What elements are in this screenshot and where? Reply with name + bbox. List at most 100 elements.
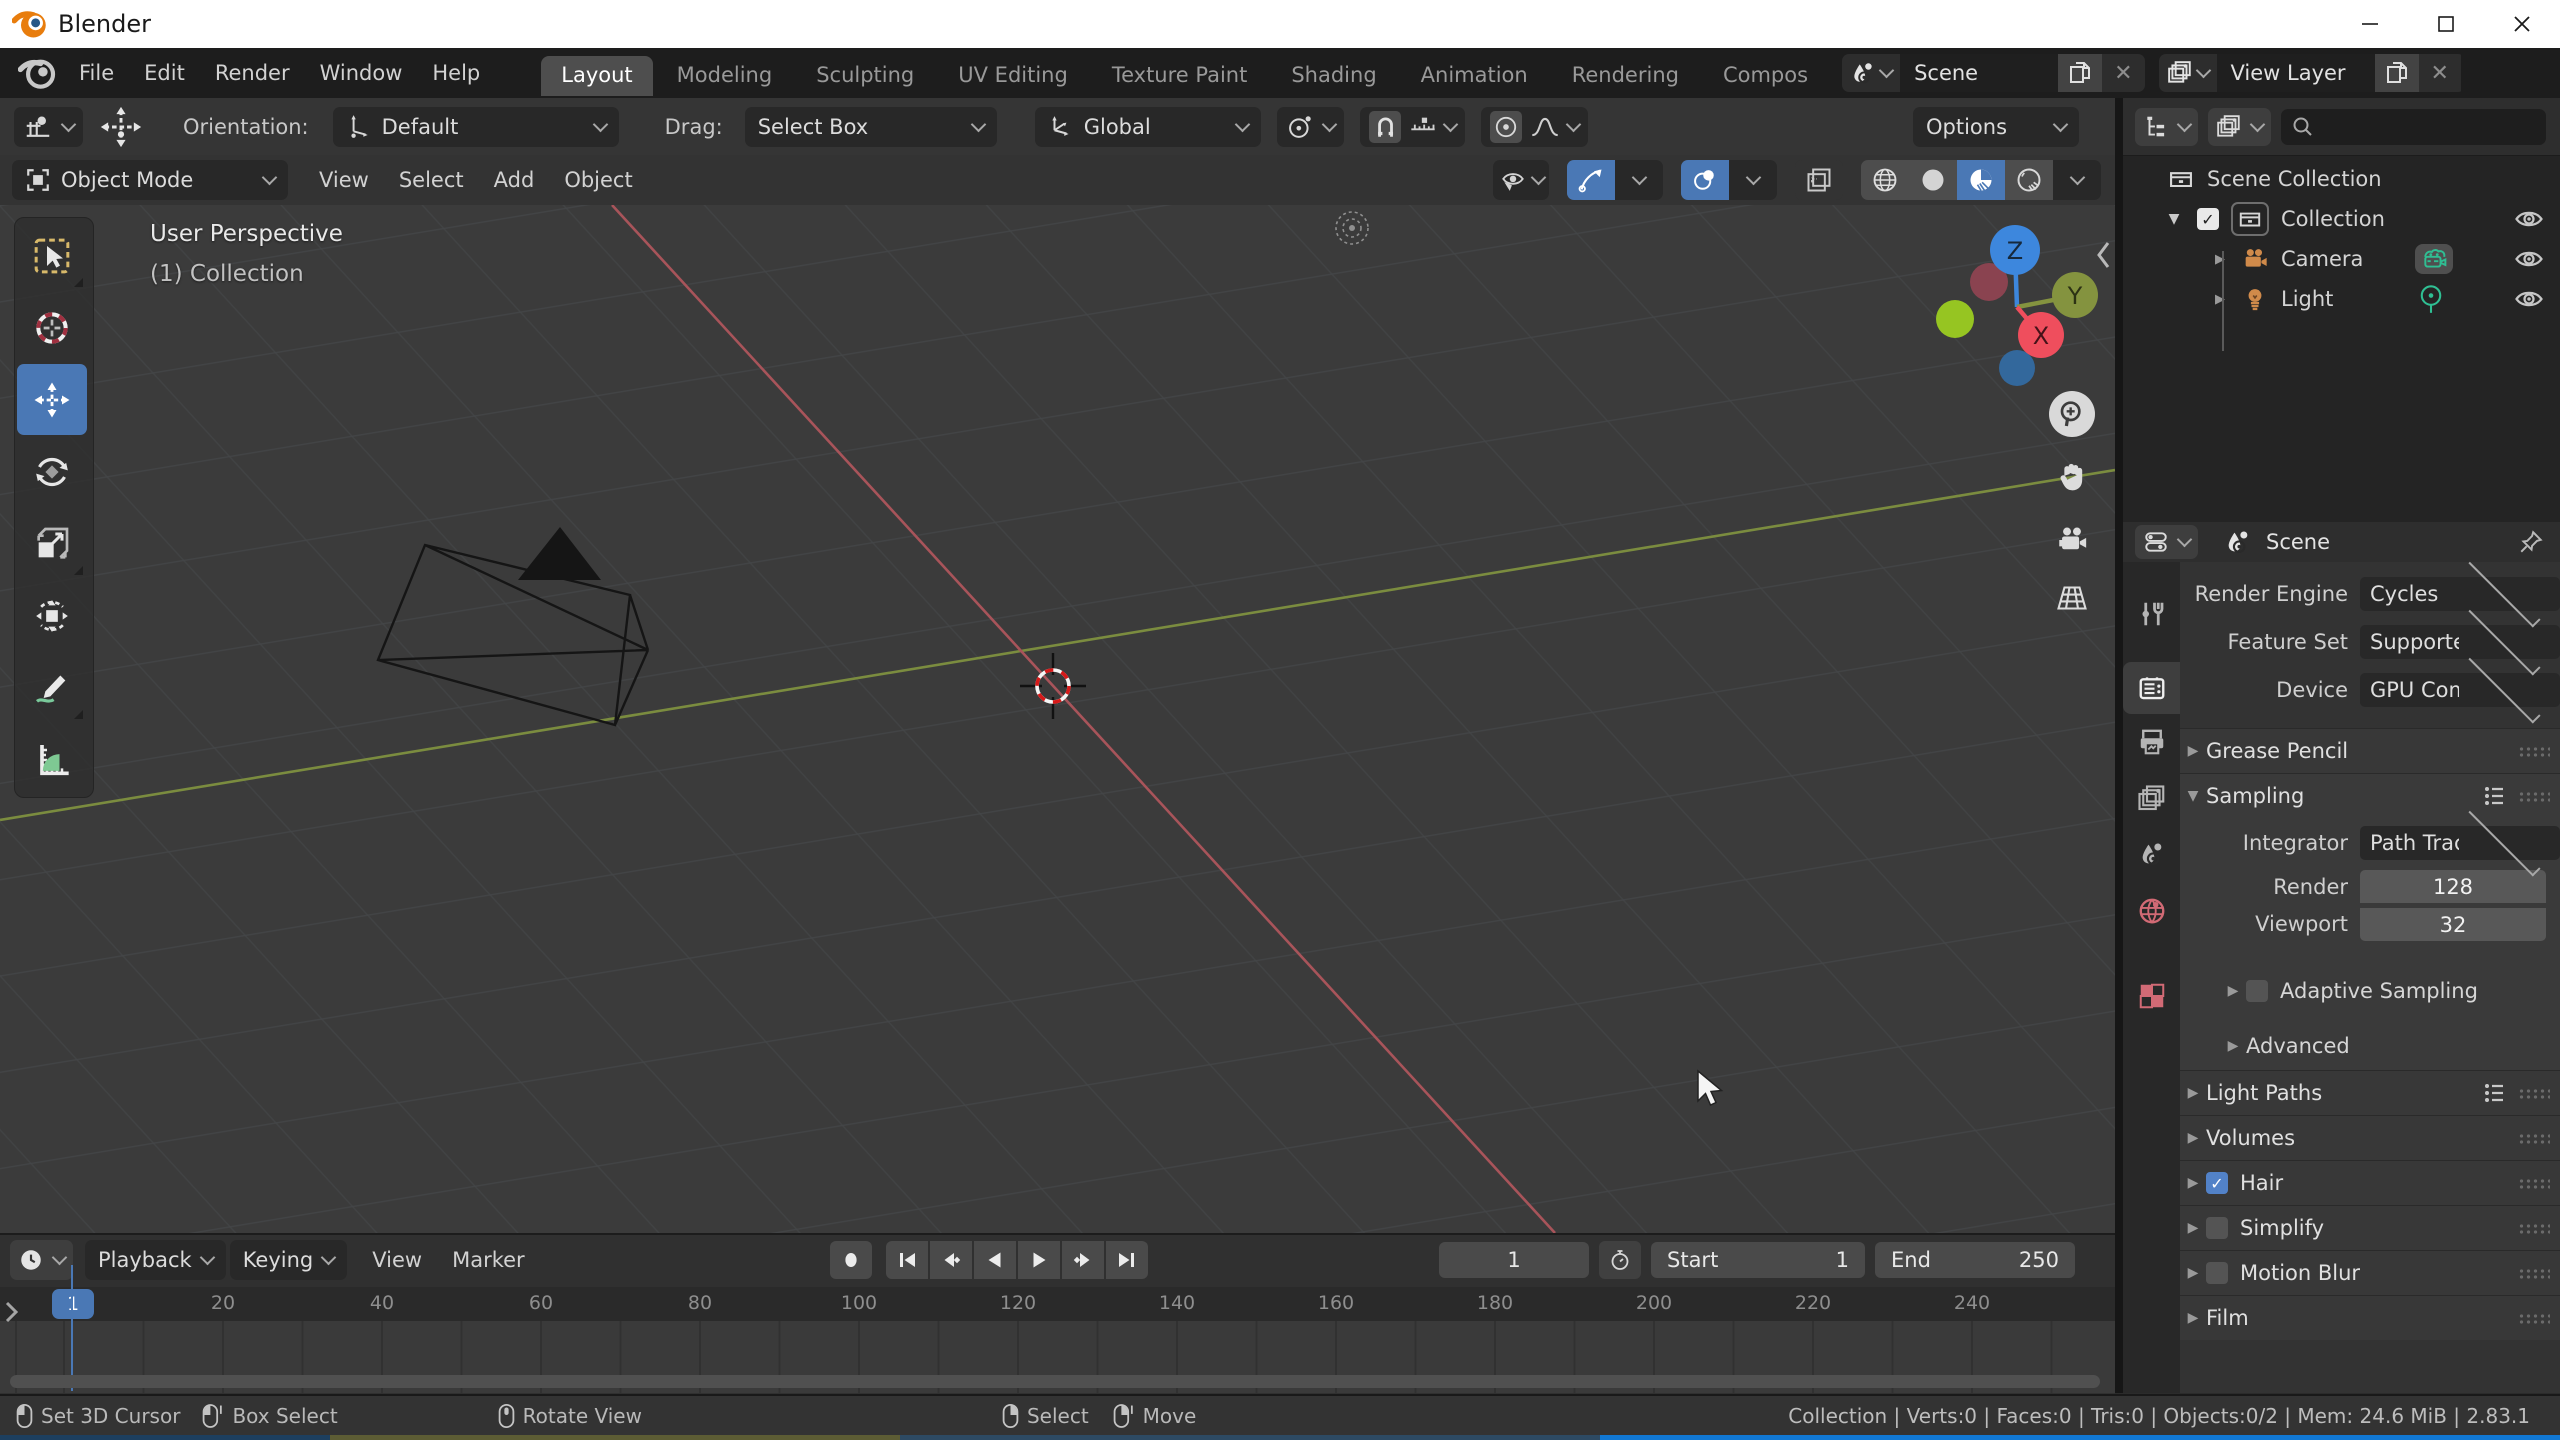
- samples-viewport-field[interactable]: 32: [2360, 908, 2546, 941]
- tab-view-layer-properties[interactable]: [2123, 773, 2180, 825]
- collection-checkbox[interactable]: ✓: [2197, 208, 2219, 230]
- timeline-editor-type-button[interactable]: [10, 1240, 73, 1280]
- mode-dropdown[interactable]: Object Mode: [12, 160, 288, 200]
- panel-grip[interactable]: [2518, 1313, 2550, 1324]
- current-frame-indicator[interactable]: 1: [52, 1289, 94, 1319]
- gizmo-axis-neg-y[interactable]: [1936, 300, 1974, 338]
- xray-toggle[interactable]: [1795, 160, 1843, 200]
- maximize-button[interactable]: [2408, 0, 2484, 48]
- menu-render[interactable]: Render: [200, 61, 305, 85]
- scene-unlink-button[interactable]: ✕: [2102, 54, 2144, 92]
- outliner-row-collection[interactable]: ▼ ✓ Collection: [2123, 199, 2560, 239]
- viewport-menu-view[interactable]: View: [304, 168, 384, 192]
- timeline-ruler[interactable]: 20 40 60 80 100 120 140 160 180 200 220 …: [0, 1287, 2115, 1321]
- camera-expand-arrow[interactable]: ▶: [2207, 252, 2233, 267]
- falloff-curve-icon[interactable]: [1530, 113, 1560, 141]
- hide-eye-icon[interactable]: [2514, 246, 2544, 272]
- panel-divider[interactable]: [2115, 98, 2123, 1393]
- gizmo-dropdown[interactable]: [1615, 160, 1663, 200]
- tab-compositing[interactable]: Compos: [1703, 56, 1828, 96]
- proportional-edit-toggle[interactable]: [1490, 111, 1522, 143]
- tab-animation[interactable]: Animation: [1401, 56, 1548, 96]
- motion-blur-checkbox[interactable]: [2206, 1262, 2228, 1284]
- pin-icon[interactable]: [2518, 529, 2544, 555]
- outliner-filter-button[interactable]: [2208, 108, 2271, 146]
- playback-menu[interactable]: Playback: [85, 1240, 226, 1280]
- adaptive-sampling-row[interactable]: ▶ Adaptive Sampling: [2180, 942, 2560, 1022]
- panel-grip[interactable]: [2518, 746, 2550, 757]
- panel-grip[interactable]: [2518, 1178, 2550, 1189]
- keying-menu[interactable]: Keying: [230, 1240, 348, 1280]
- playhead-line[interactable]: [71, 1265, 73, 1391]
- frame-start-field[interactable]: Start 1: [1651, 1242, 1865, 1278]
- tool-transform[interactable]: [17, 580, 87, 651]
- visibility-dropdown[interactable]: [1493, 160, 1549, 200]
- current-frame-field[interactable]: 1: [1439, 1242, 1589, 1278]
- gizmo-axis-neg-z[interactable]: [1999, 350, 2035, 386]
- panel-sampling[interactable]: ▼ Sampling: [2180, 773, 2560, 818]
- timeline-expand-chevron[interactable]: [2, 1297, 22, 1327]
- frame-end-field[interactable]: End 250: [1875, 1242, 2075, 1278]
- drag-dropdown[interactable]: Select Box: [745, 107, 997, 147]
- falloff-dropdown-chevron[interactable]: [1565, 116, 1581, 132]
- tool-cursor[interactable]: [17, 292, 87, 363]
- sidebar-collapse-chevron[interactable]: [2094, 235, 2114, 275]
- use-preview-range-button[interactable]: [1599, 1241, 1641, 1279]
- tab-uv-editing[interactable]: UV Editing: [938, 56, 1088, 96]
- tab-world-properties[interactable]: [2123, 885, 2180, 937]
- scene-new-button[interactable]: [2058, 54, 2102, 92]
- play-reverse-button[interactable]: [974, 1241, 1016, 1279]
- view-layer-name-field[interactable]: View Layer: [2217, 54, 2375, 92]
- zoom-view-button[interactable]: [2049, 391, 2095, 437]
- panel-volumes[interactable]: ▶ Volumes: [2180, 1115, 2560, 1160]
- tool-move[interactable]: [17, 364, 87, 435]
- tab-scene-properties[interactable]: [2123, 828, 2180, 880]
- viewport-menu-add[interactable]: Add: [479, 168, 550, 192]
- shading-wireframe-button[interactable]: [1861, 160, 1909, 200]
- shading-material-button[interactable]: [1957, 160, 2005, 200]
- advanced-row[interactable]: ▶ Advanced: [2180, 1022, 2560, 1070]
- tool-measure[interactable]: [17, 724, 87, 795]
- snap-target-icon[interactable]: [1409, 113, 1437, 141]
- menu-help[interactable]: Help: [417, 61, 495, 85]
- timeline-marker-menu[interactable]: Marker: [437, 1248, 540, 1272]
- device-dropdown[interactable]: GPU Comp…: [2360, 673, 2560, 707]
- pan-view-button[interactable]: [2049, 454, 2095, 500]
- minimize-button[interactable]: [2332, 0, 2408, 48]
- jump-to-start-button[interactable]: [886, 1241, 928, 1279]
- record-button[interactable]: [830, 1241, 872, 1279]
- tab-rendering[interactable]: Rendering: [1552, 56, 1699, 96]
- orthographic-grid-button[interactable]: [2049, 575, 2095, 621]
- move-tool-icon[interactable]: [99, 105, 143, 149]
- outliner-row-light[interactable]: ▶ Light: [2123, 279, 2560, 319]
- hide-eye-icon[interactable]: [2514, 206, 2544, 232]
- collection-expand-arrow[interactable]: ▼: [2161, 211, 2187, 227]
- outliner-row-camera[interactable]: ▶ Camera: [2123, 239, 2560, 279]
- navigation-gizmo[interactable]: Z Y X: [1935, 223, 2105, 391]
- camera-data-badge[interactable]: [2415, 244, 2453, 274]
- orientation-dropdown[interactable]: Default: [333, 107, 619, 147]
- panel-grip[interactable]: [2518, 1268, 2550, 1279]
- timeline-view-menu[interactable]: View: [357, 1248, 437, 1272]
- presets-list-icon[interactable]: [2482, 1082, 2506, 1104]
- menu-edit[interactable]: Edit: [129, 61, 200, 85]
- scene-name-field[interactable]: Scene: [1900, 54, 2058, 92]
- show-overlays-toggle[interactable]: [1681, 160, 1729, 200]
- snap-toggle[interactable]: [1369, 111, 1401, 143]
- tool-select-box[interactable]: [17, 220, 87, 291]
- view-layer-browse-button[interactable]: [2159, 54, 2217, 92]
- tab-sculpting[interactable]: Sculpting: [796, 56, 934, 96]
- render-engine-dropdown[interactable]: Cycles: [2360, 577, 2560, 611]
- close-button[interactable]: [2484, 0, 2560, 48]
- camera-view-button[interactable]: [2049, 517, 2095, 563]
- panel-grip[interactable]: [2518, 1223, 2550, 1234]
- hide-eye-icon[interactable]: [2514, 286, 2544, 312]
- options-dropdown[interactable]: Options: [1913, 107, 2079, 147]
- panel-grip[interactable]: [2518, 791, 2550, 802]
- viewport-canvas[interactable]: User Perspective (1) Collection: [0, 205, 2115, 1233]
- hair-checkbox[interactable]: ✓: [2206, 1172, 2228, 1194]
- tab-render-properties[interactable]: [2123, 662, 2180, 714]
- samples-render-field[interactable]: 128: [2360, 870, 2546, 903]
- outliner-display-mode-button[interactable]: [2135, 108, 2198, 146]
- panel-simplify[interactable]: ▶ Simplify: [2180, 1205, 2560, 1250]
